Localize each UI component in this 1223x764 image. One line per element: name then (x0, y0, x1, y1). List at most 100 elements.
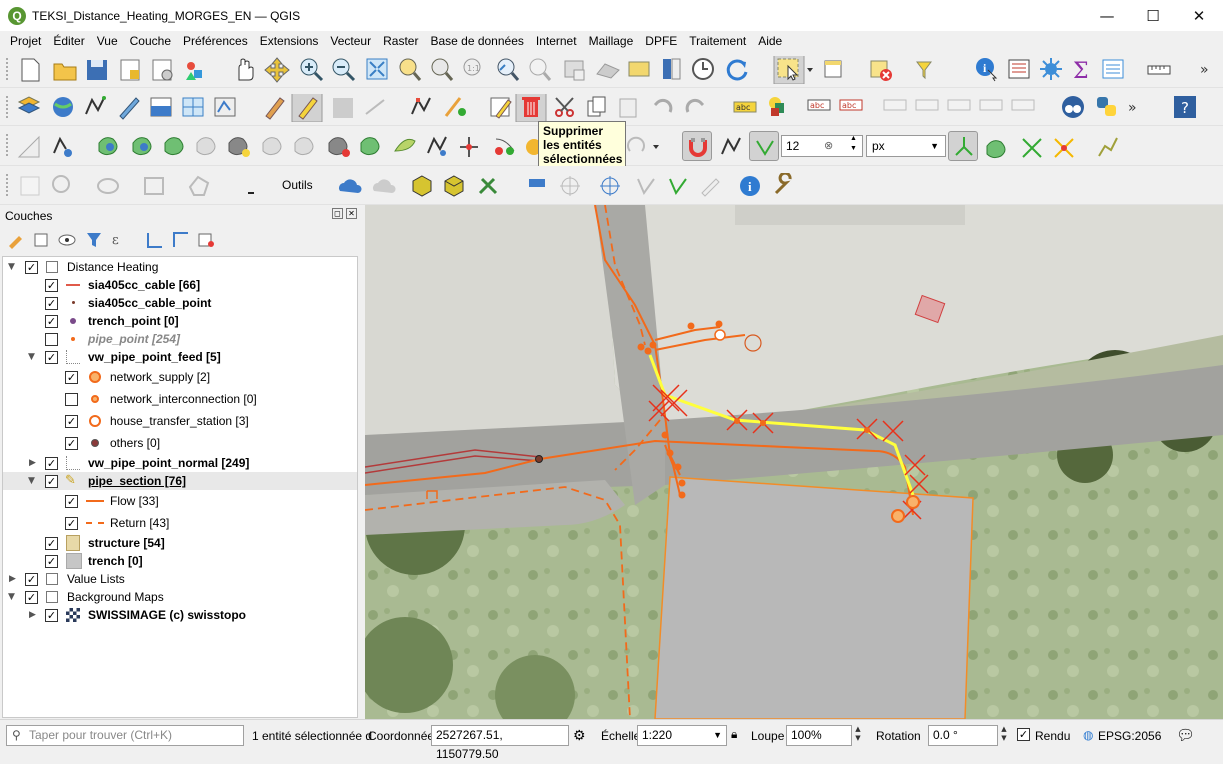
clear-icon[interactable]: ⊗ (824, 136, 833, 156)
network-interconnection-symbol-icon (91, 395, 99, 403)
snapping-toggle-button[interactable] (682, 131, 712, 161)
menu-maillage[interactable]: Maillage (583, 34, 640, 48)
crs-button[interactable]: EPSG:2056 (1098, 729, 1161, 743)
legend-flow[interactable]: ✓ Flow [33] (3, 492, 357, 510)
expand-arrow-icon[interactable]: ▶ (29, 458, 36, 468)
layer-checkbox[interactable]: ✓ (45, 278, 58, 292)
attribute-table-icon (824, 60, 842, 78)
layer-label: trench [0] (88, 554, 143, 568)
collapse-arrow-icon[interactable]: ▼ (28, 476, 35, 486)
expand-arrow-icon[interactable]: ▶ (9, 574, 16, 584)
locator-search-input[interactable]: ⚲ Taper pour trouver (Ctrl+K) (6, 725, 244, 746)
menu-raster[interactable]: Raster (377, 34, 424, 48)
layer-checkbox[interactable]: ✓ (45, 608, 58, 622)
close-panel-icon[interactable]: ✕ (346, 208, 357, 219)
float-panel-icon[interactable]: ◻ (332, 208, 343, 219)
legend-others[interactable]: ✓ others [0] (3, 434, 357, 452)
maximize-button[interactable]: ☐ (1130, 0, 1176, 31)
menu-dpfe[interactable]: DPFE (639, 34, 683, 48)
layer-group-background-maps[interactable]: ▼ ✓ Background Maps (3, 588, 357, 606)
layer-checkbox[interactable]: ✓ (25, 260, 38, 274)
layer-checkbox[interactable]: ✓ (25, 572, 38, 586)
toolbar-grip-icon (6, 174, 10, 196)
layer-pipe-section[interactable]: ▼ ✓ ✎ pipe_section [76] (3, 472, 357, 490)
layer-pipe-point[interactable]: pipe_point [254] (3, 330, 357, 348)
collapse-arrow-icon[interactable]: ▼ (28, 352, 35, 362)
cable-point[interactable] (535, 455, 543, 463)
toolbar-grip-icon (6, 134, 10, 156)
layer-checkbox[interactable]: ✓ (45, 474, 58, 488)
menu-extensions[interactable]: Extensions (254, 34, 325, 48)
legend-return[interactable]: ✓ Return [43] (3, 514, 357, 532)
snapping-units-select[interactable]: px ▼ (866, 135, 946, 157)
layer-checkbox[interactable]: ✓ (45, 554, 58, 568)
layer-trench-point[interactable]: ✓ trench_point [0] (3, 312, 357, 330)
snap-to-vertex-button[interactable] (749, 131, 779, 161)
tooltip: Supprimer les entités sélectionnées (538, 121, 626, 169)
vertex-tool-icon (411, 97, 431, 115)
legend-checkbox[interactable]: ✓ (65, 370, 78, 384)
menu-aide[interactable]: Aide (752, 34, 788, 48)
layer-checkbox[interactable] (45, 332, 58, 346)
layer-checkbox[interactable]: ✓ (45, 536, 58, 550)
messages-icon[interactable]: 💬︎ (1176, 726, 1195, 744)
layer-swissimage[interactable]: ▶ ✓ SWISSIMAGE (c) swisstopo (3, 606, 357, 624)
tools-menu-button[interactable]: Outils (282, 178, 313, 192)
lock-scale-icon[interactable]: 🔒︎ (731, 727, 737, 742)
magnifier-input[interactable]: 100% (786, 725, 852, 746)
layer-checkbox[interactable]: ✓ (45, 350, 58, 364)
minimize-button[interactable]: — (1084, 0, 1130, 31)
menu-traitement[interactable]: Traitement (683, 34, 752, 48)
layer-checkbox[interactable]: ✓ (45, 296, 58, 310)
menu-preferences[interactable]: Préférences (177, 34, 254, 48)
render-checkbox[interactable]: ✓ (1017, 728, 1030, 741)
rotation-input[interactable]: 0.0 ° (928, 725, 998, 746)
spinner-arrows-icon[interactable]: ▲ ▼ (850, 134, 857, 154)
structure-polygon[interactable] (654, 476, 974, 719)
layer-structure[interactable]: ✓ structure [54] (3, 534, 357, 552)
menu-base-de-donnees[interactable]: Base de données (424, 34, 529, 48)
layer-trench[interactable]: ✓ trench [0] (3, 552, 357, 570)
legend-checkbox[interactable]: ✓ (65, 436, 78, 450)
topological-editing-button[interactable] (948, 131, 978, 161)
house-transfer-station[interactable] (714, 329, 726, 341)
menu-projet[interactable]: Projet (4, 34, 47, 48)
menu-vecteur[interactable]: Vecteur (324, 34, 377, 48)
legend-network-interconnection[interactable]: network_interconnection [0] (3, 390, 357, 408)
legend-checkbox[interactable] (65, 392, 78, 406)
network-supply-point[interactable] (891, 509, 905, 523)
expand-arrow-icon[interactable]: ▶ (29, 610, 36, 620)
layer-vw-pipe-point-normal[interactable]: ▶ ✓ vw_pipe_point_normal [249] (3, 454, 357, 472)
legend-checkbox[interactable]: ✓ (65, 414, 78, 428)
layer-group-distance-heating[interactable]: ▼ ✓ Distance Heating (3, 258, 357, 276)
legend-network-supply[interactable]: ✓ network_supply [2] (3, 368, 357, 386)
layer-group-value-lists[interactable]: ▶ ✓ Value Lists (3, 570, 357, 588)
menu-internet[interactable]: Internet (530, 34, 583, 48)
legend-checkbox[interactable]: ✓ (65, 516, 78, 530)
menu-couche[interactable]: Couche (124, 34, 177, 48)
rotation-spinner-icon[interactable]: ▲ ▼ (998, 725, 1010, 746)
coordinate-field[interactable]: 2527267.51, 1150779.50 (431, 725, 569, 761)
close-button[interactable]: ✕ (1176, 0, 1222, 31)
collapse-arrow-icon[interactable]: ▼ (8, 262, 15, 272)
snapping-tolerance-input[interactable]: 12 ⊗ ▲ ▼ (781, 135, 863, 157)
legend-house-transfer-station[interactable]: ✓ house_transfer_station [3] (3, 412, 357, 430)
collapse-arrow-icon[interactable]: ▼ (8, 592, 15, 602)
layer-vw-pipe-point-feed[interactable]: ▼ ✓ vw_pipe_point_feed [5] (3, 348, 357, 366)
menu-editer[interactable]: Éditer (47, 34, 90, 48)
layer-checkbox[interactable]: ✓ (45, 456, 58, 470)
network-supply-point[interactable] (906, 495, 920, 509)
map-canvas[interactable] (365, 205, 1223, 719)
menu-vue[interactable]: Vue (91, 34, 124, 48)
editing-pencil-icon: ✎ (65, 473, 76, 488)
snapping-type-icon[interactable] (718, 134, 742, 158)
toggle-extents-icon[interactable]: ⚙ (573, 727, 586, 744)
legend-checkbox[interactable]: ✓ (65, 494, 78, 508)
layer-checkbox[interactable]: ✓ (45, 314, 58, 328)
layer-sia405cc-cable-point[interactable]: ✓ sia405cc_cable_point (3, 294, 357, 312)
magnifier-spinner-icon[interactable]: ▲ ▼ (852, 725, 864, 746)
scale-combobox[interactable]: 1:220 ▼ (637, 725, 727, 746)
layer-sia405cc-cable[interactable]: ✓ sia405cc_cable [66] (3, 276, 357, 294)
crs-globe-icon[interactable]: ◍ (1083, 728, 1093, 742)
layer-checkbox[interactable]: ✓ (25, 590, 38, 604)
